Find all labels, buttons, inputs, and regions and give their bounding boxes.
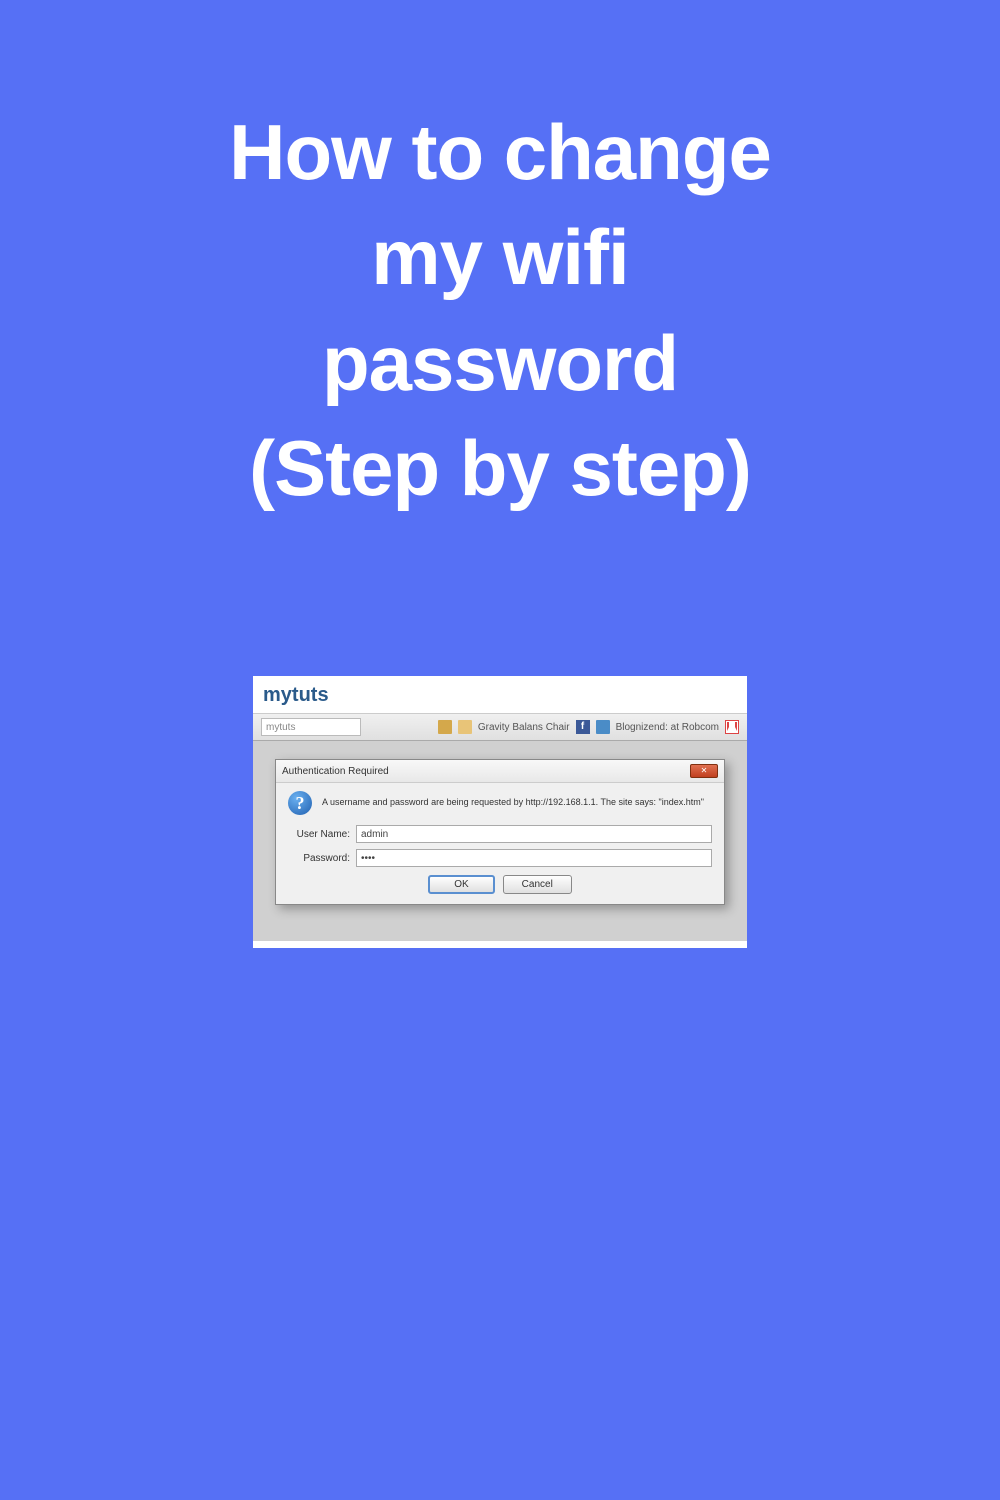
- browser-tab-title: mytuts: [253, 676, 747, 713]
- folder-icon[interactable]: [458, 720, 472, 734]
- dialog-body: ? A username and password are being requ…: [276, 783, 724, 904]
- facebook-icon[interactable]: f: [576, 720, 590, 734]
- gmail-icon[interactable]: [725, 720, 739, 734]
- dialog-title: Authentication Required: [282, 766, 389, 777]
- info-icon: ?: [288, 791, 312, 815]
- info-row: ? A username and password are being requ…: [288, 791, 712, 815]
- screenshot-panel: mytuts Gravity Balans Chair f Blognizend…: [253, 676, 747, 948]
- folder-icon[interactable]: [438, 720, 452, 734]
- username-label: User Name:: [288, 829, 350, 840]
- bookmark-link[interactable]: Blognizend: at Robcom: [616, 722, 719, 733]
- title-line-1: How to change: [0, 100, 1000, 205]
- password-row: Password:: [288, 849, 712, 867]
- username-field[interactable]: [356, 825, 712, 843]
- authentication-dialog: Authentication Required ✕ ? A username a…: [275, 759, 725, 905]
- cancel-button[interactable]: Cancel: [503, 875, 572, 894]
- ok-button[interactable]: OK: [428, 875, 494, 894]
- password-label: Password:: [288, 853, 350, 864]
- address-bar[interactable]: [261, 718, 361, 736]
- dialog-message: A username and password are being reques…: [322, 797, 704, 809]
- username-row: User Name:: [288, 825, 712, 843]
- title-line-3: password: [0, 311, 1000, 416]
- browser-toolbar: Gravity Balans Chair f Blognizend: at Ro…: [253, 713, 747, 741]
- bookmark-icon[interactable]: [596, 720, 610, 734]
- page-content-area: Authentication Required ✕ ? A username a…: [253, 741, 747, 941]
- page-title: How to change my wifi password (Step by …: [0, 0, 1000, 521]
- title-line-4: (Step by step): [0, 416, 1000, 521]
- close-button[interactable]: ✕: [690, 764, 718, 778]
- dialog-titlebar: Authentication Required ✕: [276, 760, 724, 783]
- title-line-2: my wifi: [0, 205, 1000, 310]
- dialog-buttons: OK Cancel: [288, 875, 712, 894]
- bookmark-link[interactable]: Gravity Balans Chair: [478, 722, 570, 733]
- password-field[interactable]: [356, 849, 712, 867]
